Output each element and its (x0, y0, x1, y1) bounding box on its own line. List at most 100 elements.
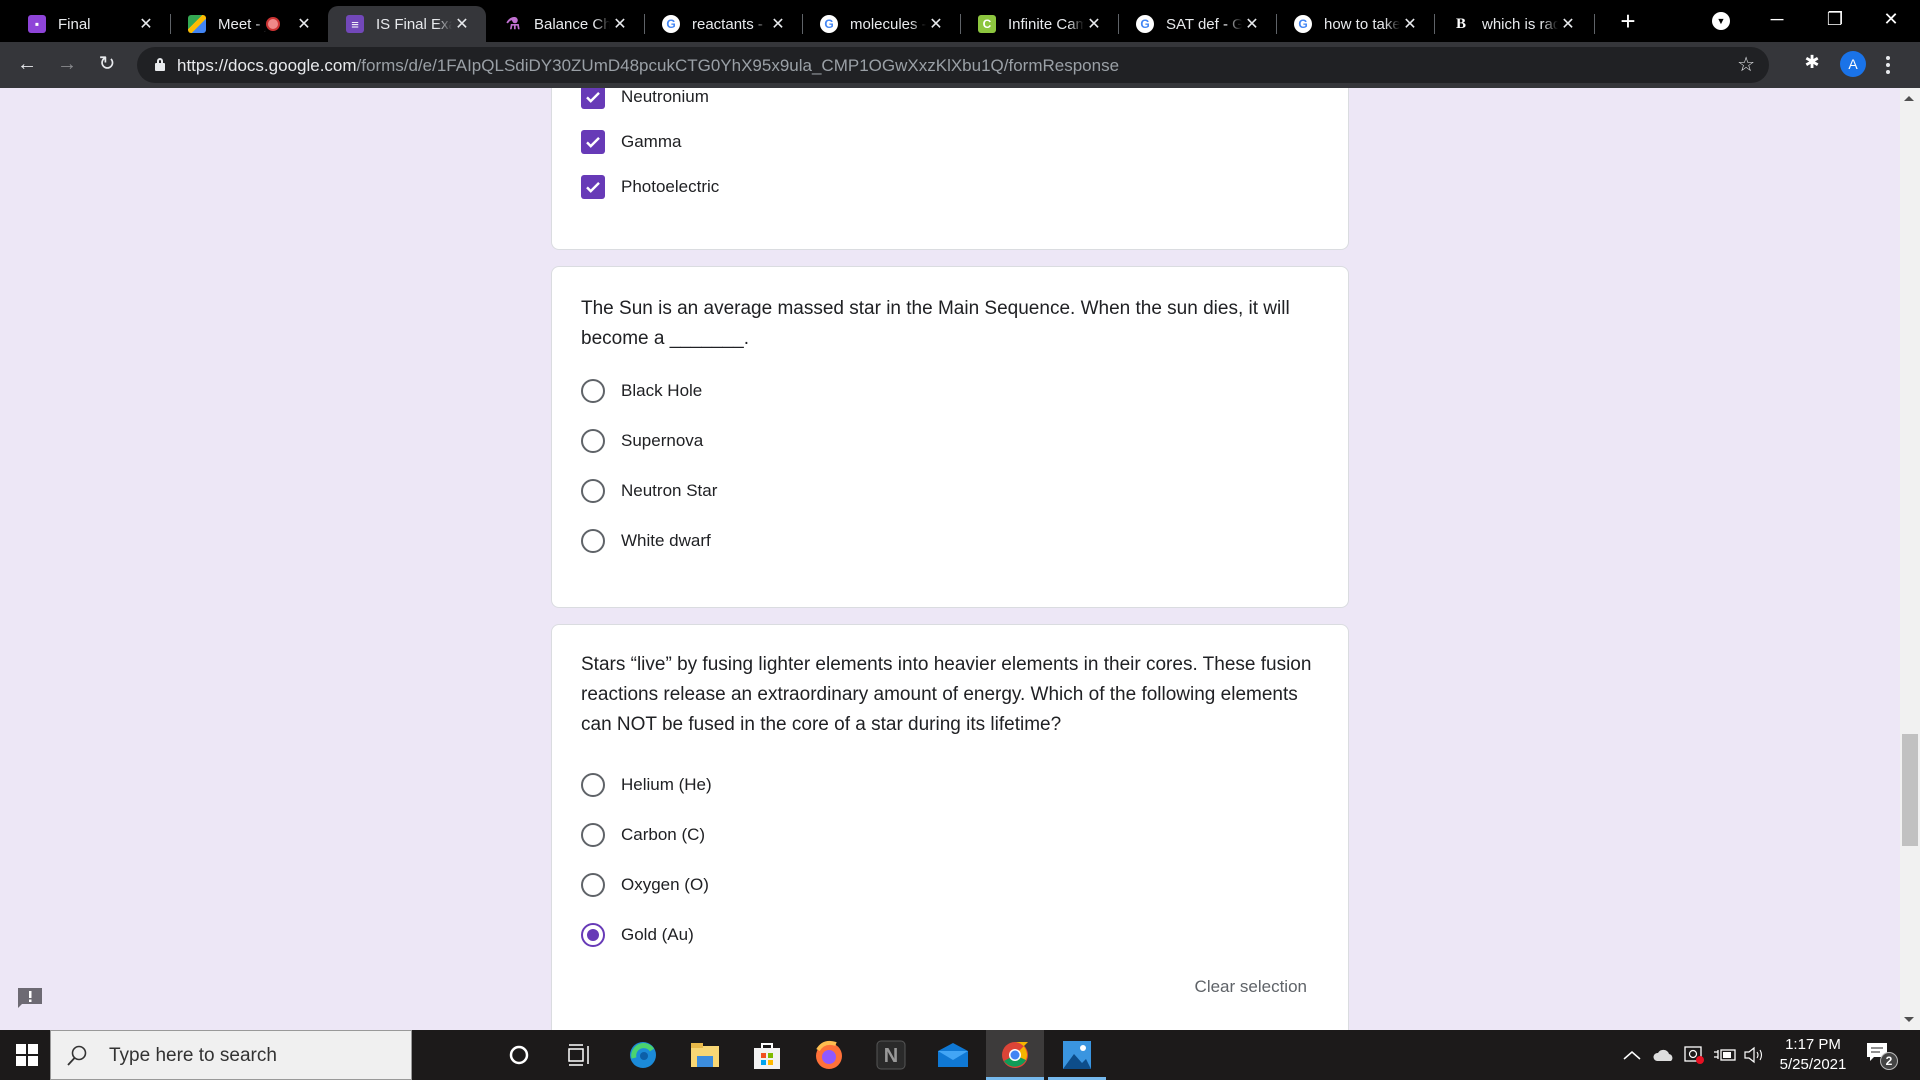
close-icon[interactable]: ✕ (1084, 14, 1104, 34)
microsoft-store-icon[interactable] (738, 1030, 796, 1080)
radio-button[interactable] (581, 529, 605, 553)
check-icon (586, 137, 600, 148)
tab-is-final-exam[interactable]: ≡ IS Final Exam ✕ (328, 6, 486, 42)
radio-option[interactable]: Black Hole (581, 376, 702, 406)
onedrive-cloud-icon[interactable] (1652, 1030, 1676, 1080)
close-icon[interactable]: ✕ (294, 14, 314, 34)
radio-button[interactable] (581, 379, 605, 403)
scroll-down-arrow-icon[interactable] (1904, 1017, 1914, 1022)
file-explorer-icon[interactable] (676, 1030, 734, 1080)
profile-avatar[interactable]: A (1840, 51, 1866, 77)
checkbox-option[interactable]: Neutronium (581, 88, 709, 112)
close-icon[interactable]: ✕ (610, 14, 630, 34)
tab-divider (1594, 14, 1595, 34)
tab-infinite-campus[interactable]: C Infinite Cam ✕ (960, 6, 1118, 42)
firefox-icon[interactable] (800, 1030, 858, 1080)
taskbar-clock[interactable]: 1:17 PM 5/25/2021 (1768, 1035, 1858, 1075)
battery-charging-icon[interactable] (1712, 1030, 1738, 1080)
option-label: Helium (He) (621, 775, 712, 794)
google-icon: G (1136, 15, 1154, 33)
checkbox-checked[interactable] (581, 130, 605, 154)
option-label: Black Hole (621, 381, 703, 400)
checkbox-option[interactable]: Photoelectric (581, 172, 719, 202)
tab-which-is-rad[interactable]: B which is rad ✕ (1434, 6, 1592, 42)
menu-kebab-icon[interactable] (1884, 51, 1892, 79)
action-center-icon[interactable]: 2 (1866, 1042, 1898, 1070)
checkbox-checked[interactable] (581, 88, 605, 109)
windows-taskbar: Type here to search N 1:17 PM 5/25/2021 … (0, 1030, 1920, 1080)
search-icon (67, 1045, 87, 1066)
reload-button[interactable]: ↻ (92, 50, 122, 80)
checkbox-checked[interactable] (581, 175, 605, 199)
scrollbar-thumb[interactable] (1902, 734, 1918, 846)
infinite-campus-icon: C (978, 15, 996, 33)
chrome-icon[interactable] (986, 1030, 1044, 1080)
task-view-icon[interactable] (550, 1030, 608, 1080)
url-host: https://docs.google.com (177, 56, 357, 75)
radio-button[interactable] (581, 773, 605, 797)
radio-option[interactable]: Supernova (581, 426, 703, 456)
option-label: Neutron Star (621, 481, 718, 500)
tab-title: molecules - (850, 15, 926, 33)
back-button[interactable]: ← (12, 50, 42, 80)
windows-start-icon[interactable] (16, 1044, 38, 1066)
clear-selection-button[interactable]: Clear selection (1195, 977, 1307, 997)
radio-button[interactable] (581, 823, 605, 847)
radio-option[interactable]: Gold (Au) (581, 920, 694, 950)
tab-balance-chemical[interactable]: ⚗ Balance Che ✕ (486, 6, 644, 42)
minimize-button[interactable]: ─ (1748, 0, 1806, 40)
mail-icon[interactable] (924, 1030, 982, 1080)
tab-reactants[interactable]: G reactants - G ✕ (644, 6, 802, 42)
close-icon[interactable]: ✕ (452, 14, 472, 34)
cortana-icon[interactable] (490, 1030, 548, 1080)
notion-icon[interactable]: N (862, 1030, 920, 1080)
photos-icon[interactable] (1048, 1030, 1106, 1080)
tab-final[interactable]: ▪ Final ✕ (10, 6, 170, 42)
close-icon[interactable]: ✕ (1242, 14, 1262, 34)
checkbox-option[interactable]: Gamma (581, 127, 681, 157)
window-close-button[interactable]: ✕ (1862, 0, 1920, 40)
tab-molecules[interactable]: G molecules - ✕ (802, 6, 960, 42)
sync-status-icon[interactable] (1682, 1030, 1706, 1080)
bookmark-star-icon[interactable]: ☆ (1737, 52, 1755, 77)
tab-sat-def[interactable]: G SAT def - Go ✕ (1118, 6, 1276, 42)
tab-meet[interactable]: Meet - j ✕ (170, 6, 328, 42)
option-label: Neutronium (621, 88, 709, 106)
taskbar-search-box[interactable]: Type here to search (50, 1030, 412, 1080)
tray-chevron-up-icon[interactable] (1620, 1030, 1644, 1080)
url-text[interactable]: https://docs.google.com/forms/d/e/1FAIpQ… (177, 56, 1119, 76)
close-icon[interactable]: ✕ (926, 14, 946, 34)
question-text: Stars “live” by fusing lighter elements … (581, 654, 1312, 735)
radio-option[interactable]: Helium (He) (581, 770, 712, 800)
extensions-puzzle-icon[interactable]: ✱ (1800, 52, 1824, 76)
close-icon[interactable]: ✕ (136, 14, 156, 34)
close-icon[interactable]: ✕ (768, 14, 788, 34)
restore-button[interactable]: ❐ (1806, 0, 1864, 40)
radio-option[interactable]: Carbon (C) (581, 820, 705, 850)
forward-button[interactable]: → (52, 50, 82, 80)
radio-option[interactable]: Neutron Star (581, 476, 717, 506)
tab-title: Balance Che (534, 15, 610, 33)
radio-option[interactable]: Oxygen (O) (581, 870, 709, 900)
scroll-up-arrow-icon[interactable] (1904, 96, 1914, 101)
page-scrollbar[interactable] (1900, 88, 1920, 1030)
edge-icon[interactable] (614, 1030, 672, 1080)
feedback-icon[interactable] (16, 986, 44, 1010)
tab-how-to-take[interactable]: G how to take ✕ (1276, 6, 1434, 42)
volume-speaker-icon[interactable] (1742, 1030, 1766, 1080)
radio-button-selected[interactable] (581, 923, 605, 947)
check-icon (586, 182, 600, 193)
close-icon[interactable]: ✕ (1400, 14, 1420, 34)
address-bar[interactable]: https://docs.google.com/forms/d/e/1FAIpQ… (137, 47, 1769, 83)
close-icon[interactable]: ✕ (1558, 14, 1578, 34)
flask-icon: ⚗ (505, 16, 521, 33)
radio-button[interactable] (581, 429, 605, 453)
tab-search-button[interactable]: ▼ (1712, 12, 1730, 30)
radio-option[interactable]: White dwarf (581, 526, 711, 556)
new-tab-button[interactable]: + (1612, 6, 1644, 38)
radio-button[interactable] (581, 873, 605, 897)
radio-button[interactable] (581, 479, 605, 503)
question-text: The Sun is an average massed star in the… (581, 298, 1290, 349)
tab-title: how to take (1324, 15, 1400, 33)
lock-icon[interactable] (155, 58, 165, 71)
